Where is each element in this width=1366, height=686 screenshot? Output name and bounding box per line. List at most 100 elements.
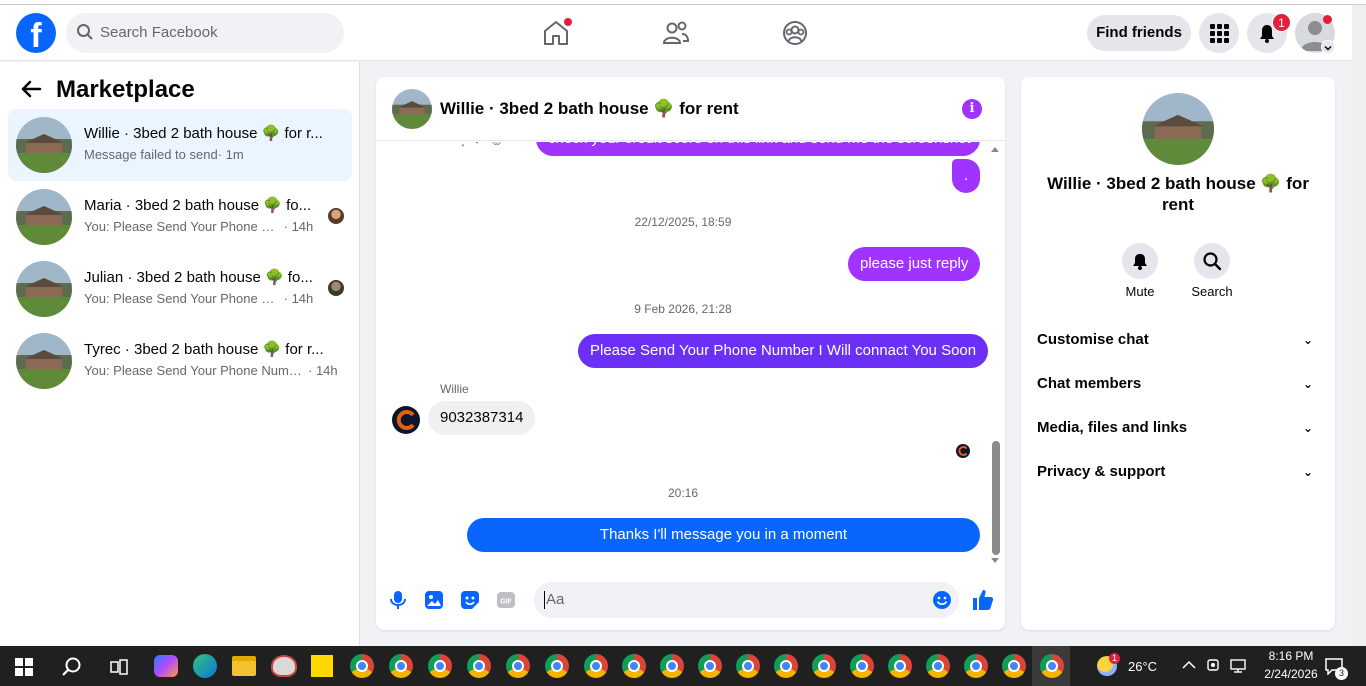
chevron-down-icon: ⌄ [1302,377,1313,391]
conversation-item-willie[interactable]: Willie · 3bed 2 bath house 🌳 for r... Me… [8,109,352,181]
details-house-thumbnail[interactable] [1142,93,1214,165]
message-bubble-sent[interactable]: . [952,159,980,193]
conversation-item-tyrec[interactable]: Tyrec · 3bed 2 bath house 🌳 for r... You… [8,325,352,397]
chrome-icon[interactable] [584,654,608,678]
camera-icon[interactable] [1206,658,1220,674]
chat-title[interactable]: Willie · 3bed 2 bath house 🌳 for rent [440,99,739,119]
gif-icon[interactable]: GIF [494,588,518,612]
chrome-icon[interactable] [888,654,912,678]
bears-avatar[interactable] [392,406,420,434]
search-label: Search [1191,284,1233,299]
friends-icon[interactable] [658,15,694,51]
account-chevron-icon[interactable] [1321,40,1335,54]
chrome-icon[interactable] [545,654,569,678]
message-action-icons[interactable]: ⋮ ↩ ☺ [456,142,526,152]
details-title: Willie · 3bed 2 bath house 🌳 for rent [1047,174,1309,214]
message-placeholder: Aa [546,591,565,608]
media-files-links-section[interactable]: Media, files and links ⌄ [1037,406,1319,450]
chrome-icon[interactable] [964,654,988,678]
copilot-icon[interactable] [154,655,178,677]
search-conversation-button[interactable] [1194,243,1230,279]
marketplace-title: Marketplace [56,76,195,103]
search-placeholder: Search Facebook [100,24,218,41]
find-friends-button[interactable]: Find friends [1087,15,1191,51]
seen-avatar [328,280,344,296]
edge-icon[interactable] [193,654,217,678]
timestamp: 9 Feb 2026, 21:28 [634,302,732,316]
bell-icon [1133,254,1147,270]
house-thumbnail [16,261,72,317]
chrome-icon[interactable] [389,654,413,678]
timestamp: 22/12/2025, 18:59 [634,215,732,229]
groups-icon[interactable] [777,15,813,51]
notification-count-badge: 1 [1272,13,1291,32]
chat-header: Willie · 3bed 2 bath house 🌳 for rent i [376,77,1005,141]
text-caret [544,591,545,609]
task-view-icon[interactable] [110,658,128,676]
network-icon[interactable] [1229,658,1247,674]
message-bubble-sent[interactable]: Thanks I'll message you in a moment [467,518,980,552]
privacy-support-section[interactable]: Privacy & support ⌄ [1037,450,1319,494]
message-bubble-sent[interactable]: Please Send Your Phone Number I Will con… [578,334,989,368]
chrome-icon[interactable] [506,654,530,678]
marketplace-sidebar: Marketplace Willie · 3bed 2 bath house 🌳… [0,62,360,646]
home-icon[interactable] [538,15,574,51]
chrome-icon[interactable] [812,654,836,678]
chrome-icon[interactable] [622,654,646,678]
chat-scrollbar[interactable] [989,145,1001,570]
microphone-icon[interactable] [386,588,410,612]
clock-date[interactable]: 2/24/2026 [1256,667,1326,681]
search-icon[interactable] [61,656,83,678]
clock-time[interactable]: 8:16 PM [1256,649,1326,663]
conversation-item-maria[interactable]: Maria · 3bed 2 bath house 🌳 fo... You: P… [8,181,352,253]
windows-taskbar: 1 26°C 8:16 PM 2/24/2026 3 [0,646,1366,686]
temperature[interactable]: 26°C [1128,659,1157,674]
chrome-icon-active[interactable] [1040,654,1064,678]
scrollbar-thumb[interactable] [992,441,1000,555]
emoji-icon[interactable] [932,590,952,610]
customise-chat-section[interactable]: Customise chat ⌄ [1037,318,1319,362]
conversation-preview: Message failed to send· 1m [84,147,244,162]
photo-icon[interactable] [422,588,446,612]
chrome-icon[interactable] [736,654,760,678]
message-bubble-sent[interactable]: please just reply [848,247,981,281]
timestamp: 20:16 [667,486,699,500]
search-bar[interactable]: Search Facebook [66,13,344,53]
facebook-logo[interactable]: f [16,13,56,53]
chrome-icon[interactable] [350,654,374,678]
chrome-icon[interactable] [698,654,722,678]
message-bubble-received[interactable]: 9032387314 [428,401,536,435]
message-bubble-sent[interactable]: check your credit score on this link and… [536,142,980,156]
chevron-down-icon: ⌄ [1302,333,1313,347]
sender-name: Willie [440,382,469,396]
chat-house-thumbnail[interactable] [392,89,432,129]
chrome-icon[interactable] [774,654,798,678]
chrome-icon[interactable] [1002,654,1026,678]
windows-start-icon[interactable] [15,658,33,676]
chrome-icon[interactable] [660,654,684,678]
chevron-up-icon[interactable] [1182,660,1196,670]
conversation-name: Maria · 3bed 2 bath house 🌳 fo... [84,197,312,214]
chat-members-section[interactable]: Chat members ⌄ [1037,362,1319,406]
info-icon[interactable]: i [962,99,982,119]
chrome-icon[interactable] [926,654,950,678]
message-input[interactable]: Aa [534,582,959,618]
file-explorer-icon[interactable] [232,656,256,676]
svg-text:GIF: GIF [500,599,512,606]
mute-button[interactable] [1122,243,1158,279]
chrome-icon[interactable] [850,654,874,678]
chevron-down-icon: ⌄ [1302,421,1313,435]
menu-grid-button[interactable] [1199,13,1239,53]
chrome-icon[interactable] [467,654,491,678]
thumbs-up-icon[interactable] [971,588,995,612]
page-scrollbar[interactable] [1352,5,1366,646]
paint-icon[interactable] [271,655,297,677]
house-thumbnail [16,117,72,173]
sticky-notes-icon[interactable] [311,655,333,677]
conversation-item-julian[interactable]: Julian · 3bed 2 bath house 🌳 fo... You: … [8,253,352,325]
back-arrow-icon[interactable] [20,79,42,99]
house-thumbnail [16,189,72,245]
sticker-icon[interactable] [458,588,482,612]
chrome-icon[interactable] [428,654,452,678]
message-composer: GIF Aa [376,574,1005,626]
